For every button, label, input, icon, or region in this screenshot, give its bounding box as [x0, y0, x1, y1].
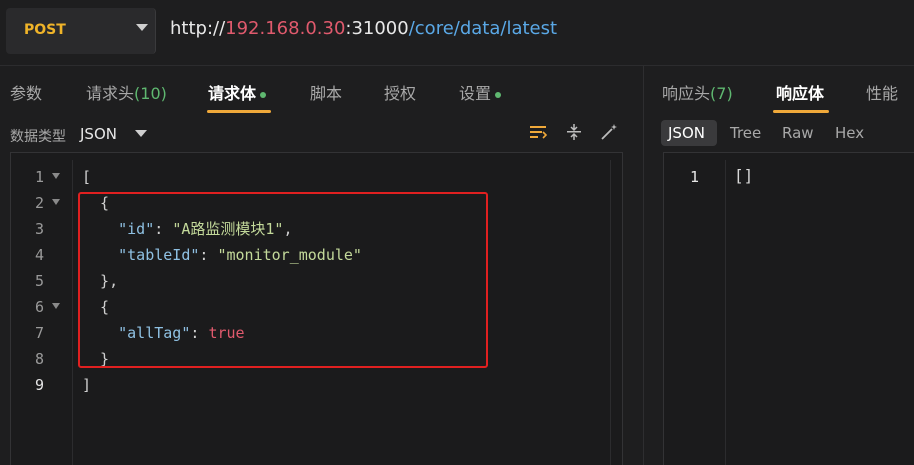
- tab-headers-count: (10): [134, 84, 167, 103]
- tab-settings[interactable]: 设置: [459, 80, 502, 104]
- panel-resize-handle[interactable]: [643, 66, 644, 465]
- fold-icon[interactable]: [52, 199, 60, 205]
- format-icon[interactable]: [528, 122, 548, 142]
- tab-response-body[interactable]: 响应体: [776, 80, 824, 104]
- url-path: /core/data/latest: [408, 18, 558, 39]
- line-number: 5: [34, 272, 44, 290]
- url-input[interactable]: http://192.168.0.30:31000/core/data/late…: [170, 18, 557, 39]
- data-type-label: 数据类型: [10, 129, 66, 145]
- url-host: 192.168.0.30: [225, 18, 346, 39]
- line-number: 7: [34, 324, 44, 342]
- tab-body[interactable]: 请求体: [208, 80, 267, 104]
- line-number: 6: [14, 294, 64, 320]
- url-port: :31000: [345, 18, 409, 39]
- line-number: 4: [34, 246, 44, 264]
- tab-body-label: 请求体: [208, 84, 257, 103]
- response-view-json[interactable]: JSON: [668, 124, 705, 142]
- tab-params[interactable]: 参数: [10, 80, 42, 104]
- gutter-divider: [72, 160, 73, 465]
- tab-script-label: 脚本: [310, 84, 343, 103]
- response-body-viewer[interactable]: [663, 152, 914, 465]
- scrollbar[interactable]: [610, 160, 611, 465]
- tab-response-body-label: 响应体: [776, 84, 825, 103]
- url-protocol: http://: [170, 18, 226, 39]
- line-number: 3: [34, 220, 44, 238]
- chevron-down-icon[interactable]: [135, 130, 147, 137]
- line-number: 8: [34, 350, 44, 368]
- response-view-hex[interactable]: Hex: [835, 124, 864, 142]
- status-dot: [495, 91, 502, 98]
- tab-performance[interactable]: 性能: [866, 80, 898, 104]
- response-body-text: []: [734, 166, 754, 185]
- tab-response-headers[interactable]: 响应头(7): [662, 80, 733, 104]
- line-number: 1: [14, 164, 64, 190]
- line-number: 2: [14, 190, 64, 216]
- method-label: POST: [24, 22, 66, 38]
- tab-auth-label: 授权: [384, 84, 417, 103]
- gutter-divider: [725, 160, 726, 465]
- status-dot: [260, 91, 267, 98]
- fold-icon[interactable]: [52, 303, 60, 309]
- code-line: [: [82, 168, 92, 186]
- fold-icon[interactable]: [52, 173, 60, 179]
- code-line: ]: [82, 376, 92, 394]
- method-select[interactable]: POST: [6, 8, 156, 54]
- tab-auth[interactable]: 授权: [384, 80, 416, 104]
- tab-script[interactable]: 脚本: [310, 80, 342, 104]
- active-tab-indicator: [773, 110, 829, 113]
- wrap-icon[interactable]: [564, 122, 584, 142]
- magic-wand-icon[interactable]: [599, 122, 619, 142]
- tab-headers-label: 请求头: [86, 84, 135, 103]
- chevron-down-icon: [136, 24, 148, 31]
- tab-params-label: 参数: [10, 84, 43, 103]
- data-type-select[interactable]: JSON: [80, 125, 117, 143]
- annotation-highlight-box: [78, 192, 488, 368]
- active-tab-indicator: [207, 110, 271, 113]
- tab-headers[interactable]: 请求头(10): [86, 80, 167, 104]
- url-bar: POST http://192.168.0.30:31000/core/data…: [0, 0, 914, 66]
- response-view-raw[interactable]: Raw: [782, 124, 814, 142]
- response-view-tree[interactable]: Tree: [730, 124, 761, 142]
- line-number: 9: [34, 376, 44, 394]
- tab-settings-label: 设置: [459, 84, 492, 103]
- tab-performance-label: 性能: [866, 84, 899, 103]
- line-number: 1: [690, 168, 700, 186]
- tab-response-headers-count: (7): [710, 84, 733, 103]
- tab-response-headers-label: 响应头: [662, 84, 711, 103]
